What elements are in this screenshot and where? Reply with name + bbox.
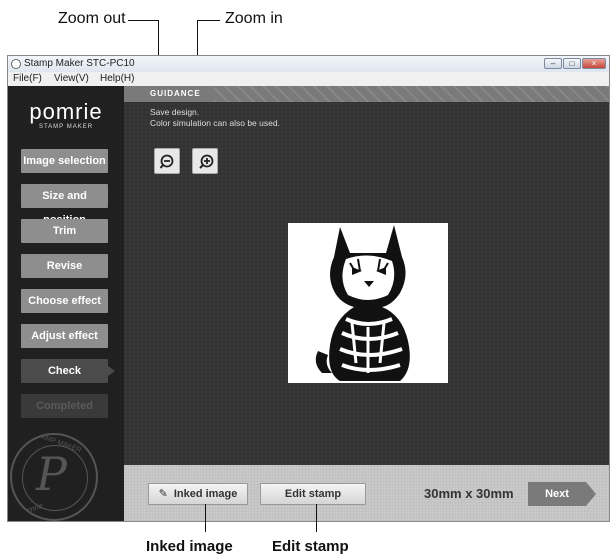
guidance-pattern xyxy=(214,86,609,102)
guidance-band: GUIDANCE xyxy=(124,86,609,102)
zoom-out-callout: Zoom out xyxy=(58,10,126,27)
menu-view[interactable]: View(V) xyxy=(54,72,89,86)
edit-stamp-button[interactable]: Edit stamp xyxy=(260,483,366,505)
logo-subtitle: STAMP MAKER xyxy=(38,124,94,130)
guidance-text-2: Color simulation can also be used. xyxy=(150,118,280,128)
logo: pomrie STAMP MAKER xyxy=(8,99,124,131)
inked-image-callout-line xyxy=(205,504,206,532)
step-check[interactable]: Check xyxy=(21,359,115,383)
bottom-bar: ✎ Inked image Edit stamp 30mm x 30mm Next xyxy=(124,465,609,521)
menu-file[interactable]: File(F) xyxy=(13,72,42,86)
maximize-button[interactable]: □ xyxy=(563,58,581,69)
next-button[interactable]: Next xyxy=(528,482,596,506)
step-image-selection[interactable]: Image selection xyxy=(21,149,108,173)
inked-image-callout: Inked image xyxy=(146,538,233,555)
zoom-in-callout-line xyxy=(197,20,220,21)
menu-help[interactable]: Help(H) xyxy=(100,72,134,86)
stamp-maker-seal: STAMP MAKER P Pomrie xyxy=(10,433,98,521)
seal-letter: P xyxy=(36,447,67,501)
step-revise[interactable]: Revise xyxy=(21,254,108,278)
step-completed: Completed xyxy=(21,394,108,418)
edit-stamp-callout: Edit stamp xyxy=(272,538,349,555)
step-trim[interactable]: Trim xyxy=(21,219,108,243)
window-title: Stamp Maker STC-PC10 xyxy=(24,58,135,69)
main-area: GUIDANCE Save design. Color simulation c… xyxy=(124,86,609,465)
zoom-out-callout-line xyxy=(128,20,159,21)
zoom-in-button[interactable] xyxy=(192,148,218,174)
inked-image-button[interactable]: ✎ Inked image xyxy=(148,483,248,505)
title-bar: Stamp Maker STC-PC10 – □ × xyxy=(8,56,609,72)
step-size-and-position[interactable]: Size and position xyxy=(21,184,108,226)
zoom-out-button[interactable] xyxy=(154,148,180,174)
sidebar: pomrie STAMP MAKER Image selection Size … xyxy=(8,86,124,521)
stamp-preview-canvas xyxy=(288,223,448,383)
stamp-size-label: 30mm x 30mm xyxy=(424,486,514,501)
app-icon xyxy=(11,59,21,69)
kitten-stamp-image xyxy=(315,225,410,381)
seal-bottom-text: Pomrie xyxy=(17,500,45,519)
leaf-icon: ✎ xyxy=(158,488,168,500)
logo-name: pomrie xyxy=(29,99,103,124)
edit-stamp-callout-line xyxy=(316,504,317,532)
menu-bar: File(F) View(V) Help(H) xyxy=(8,72,609,86)
app-window: Stamp Maker STC-PC10 – □ × File(F) View(… xyxy=(7,55,610,522)
zoom-in-icon xyxy=(199,154,214,169)
minimize-button[interactable]: – xyxy=(544,58,562,69)
close-button[interactable]: × xyxy=(582,58,606,69)
step-adjust-effect[interactable]: Adjust effect xyxy=(21,324,108,348)
step-choose-effect[interactable]: Choose effect xyxy=(21,289,108,313)
guidance-text-1: Save design. xyxy=(150,107,200,117)
inked-image-label: Inked image xyxy=(173,488,238,500)
zoom-in-callout: Zoom in xyxy=(225,10,283,27)
guidance-title: GUIDANCE xyxy=(150,89,201,98)
zoom-out-icon xyxy=(159,154,174,169)
